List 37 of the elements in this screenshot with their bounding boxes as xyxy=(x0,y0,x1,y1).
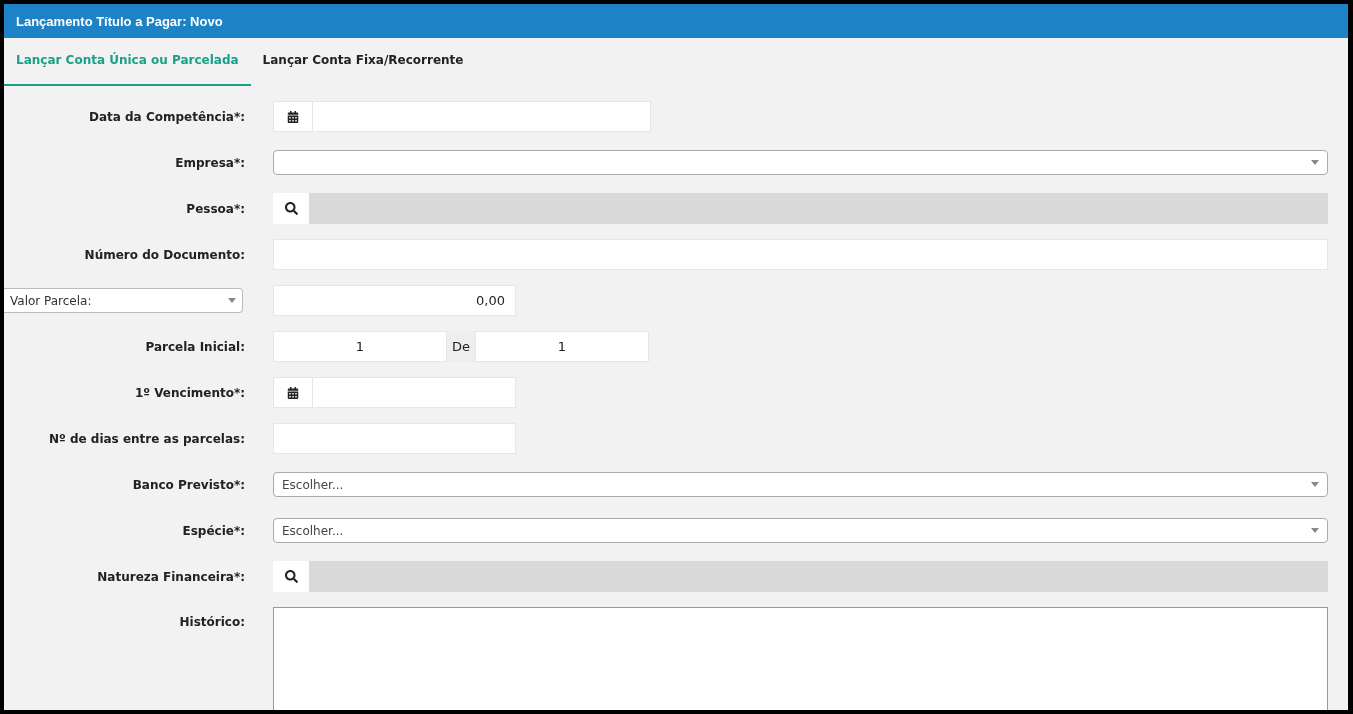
field-label: Pessoa*: xyxy=(185,201,245,216)
tab[interactable]: Lançar Conta Fixa/Recorrente xyxy=(250,38,476,86)
field-label: Parcela Inicial: xyxy=(144,339,245,354)
window-title: Lançamento Título a Pagar: Novo xyxy=(16,13,223,29)
field-label: Natureza Financeira*: xyxy=(96,569,245,584)
select-field[interactable]: Escolher... xyxy=(273,472,1328,497)
lookup-field[interactable] xyxy=(273,193,1328,224)
caret-icon xyxy=(1311,528,1319,533)
date-field[interactable] xyxy=(273,377,516,408)
field-label: Histórico: xyxy=(178,615,245,629)
lookup-field[interactable] xyxy=(273,561,1328,592)
value-type-select[interactable]: Valor Parcela: xyxy=(4,288,243,313)
input-field[interactable]: 1 xyxy=(273,331,447,362)
field-label: Data da Competência*: xyxy=(87,109,245,124)
search-button[interactable] xyxy=(273,561,309,592)
field-label: Número do Documento: xyxy=(83,247,245,262)
search-button[interactable] xyxy=(273,193,309,224)
separator-label: De xyxy=(447,331,475,362)
field-label: Espécie*: xyxy=(181,523,245,538)
date-field[interactable] xyxy=(273,101,651,132)
input-field[interactable] xyxy=(273,423,516,454)
field-label: Nº de dias entre as parcelas: xyxy=(47,431,245,446)
search-icon[interactable] xyxy=(284,570,298,583)
select-field[interactable] xyxy=(273,150,1328,175)
field-label: Banco Previsto*: xyxy=(131,477,245,492)
select-field[interactable]: Escolher... xyxy=(273,518,1328,543)
calendar-icon[interactable] xyxy=(287,386,299,399)
input-field[interactable] xyxy=(273,239,1328,270)
caret-icon xyxy=(1311,160,1319,165)
input-field[interactable]: 1 xyxy=(475,331,649,362)
field-label: 1º Vencimento*: xyxy=(133,385,245,400)
search-icon[interactable] xyxy=(284,202,298,215)
caret-icon xyxy=(228,298,236,303)
calendar-icon[interactable] xyxy=(287,110,299,123)
caret-icon xyxy=(1311,482,1319,487)
field-label: Empresa*: xyxy=(174,155,245,170)
amount-field[interactable]: 0,00 xyxy=(273,285,516,316)
